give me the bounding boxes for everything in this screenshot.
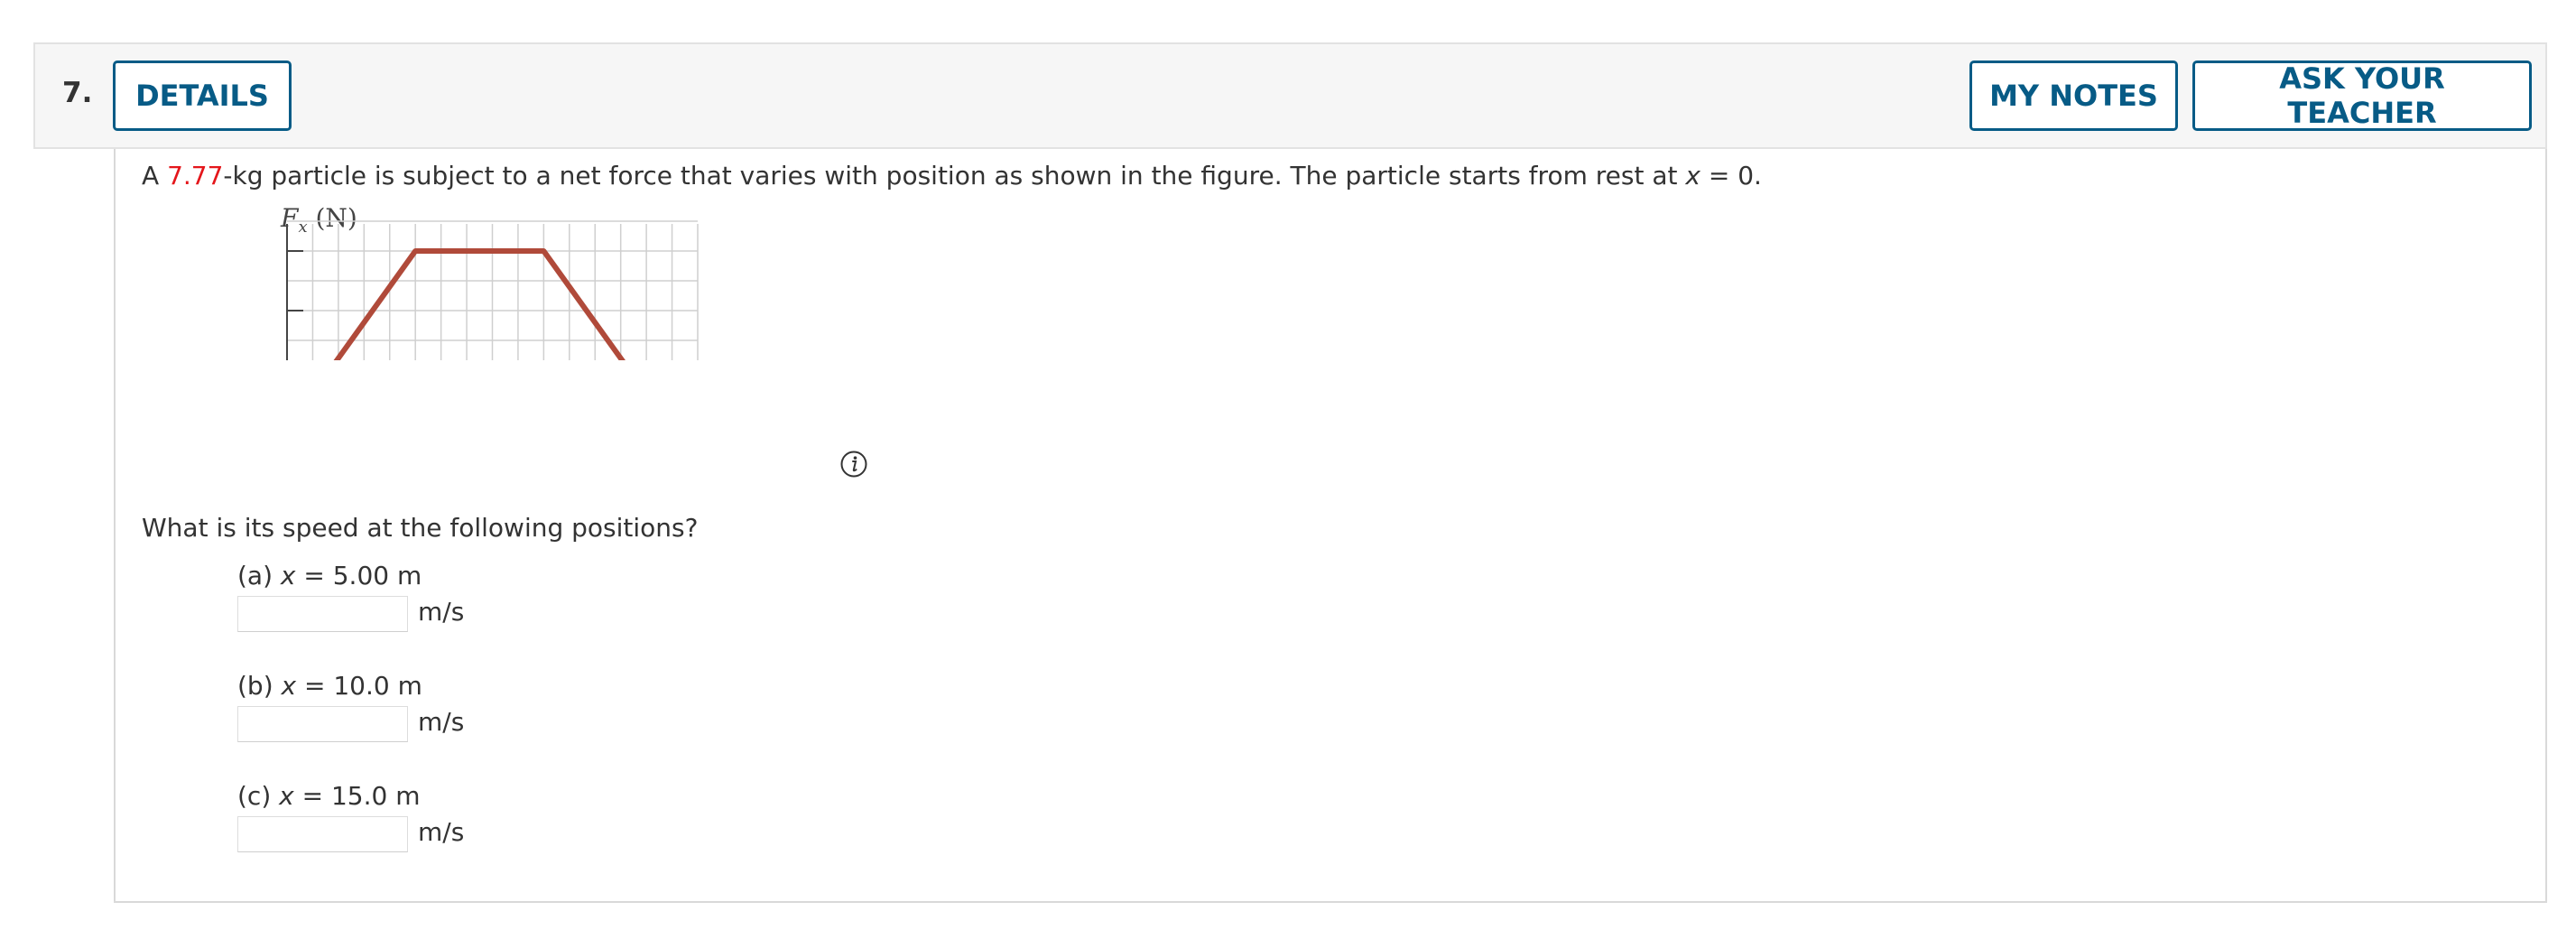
force-curve [284, 248, 675, 432]
question-number: 7. [62, 77, 93, 109]
question-header: 7. DETAILS MY NOTES ASK YOUR TEACHER [33, 42, 2547, 149]
part-b-unit: m/s [418, 707, 465, 737]
chart-series [284, 248, 675, 432]
question-body: A 7.77-kg particle is subject to a net f… [114, 149, 2547, 903]
part-a-answer-input[interactable] [237, 596, 408, 632]
part-b-answer-input[interactable] [237, 706, 408, 742]
part-c-unit: m/s [418, 817, 465, 847]
part-c-label: (c) x = 15.0 m [237, 781, 421, 811]
details-button[interactable]: DETAILS [113, 60, 292, 131]
force-position-figure: Fx (N) 0246810121416123x (m) [251, 203, 820, 467]
problem-statement: A 7.77-kg particle is subject to a net f… [142, 161, 1762, 191]
part-a-label: (a) x = 5.00 m [237, 561, 422, 590]
question-prompt: What is its speed at the following posit… [142, 513, 699, 543]
my-notes-button[interactable]: MY NOTES [1969, 60, 2178, 131]
info-icon[interactable] [839, 450, 868, 479]
part-b-label: (b) x = 10.0 m [237, 671, 422, 701]
force-graph: Fx (N) 0246810121416123x (m) [251, 203, 782, 467]
mass-value: 7.77 [167, 161, 224, 191]
part-c-answer-input[interactable] [237, 816, 408, 852]
y-axis-label-subscript: x [298, 218, 307, 237]
ask-your-teacher-button[interactable]: ASK YOUR TEACHER [2192, 60, 2532, 131]
y-axis-label-unit: (N) [308, 207, 357, 233]
part-a-unit: m/s [418, 597, 465, 627]
